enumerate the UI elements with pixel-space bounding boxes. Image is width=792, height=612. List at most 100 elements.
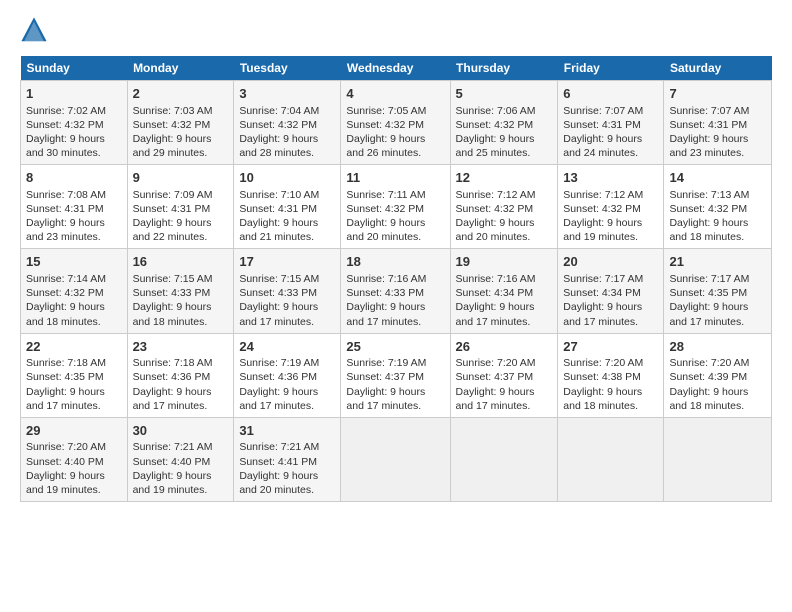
- calendar-header-cell: Thursday: [450, 56, 558, 81]
- day-info-line: and 22 minutes.: [133, 230, 229, 244]
- day-number: 22: [26, 338, 122, 356]
- calendar-day-cell: 5Sunrise: 7:06 AMSunset: 4:32 PMDaylight…: [450, 81, 558, 165]
- calendar-week-row: 29Sunrise: 7:20 AMSunset: 4:40 PMDayligh…: [21, 417, 772, 501]
- day-number: 27: [563, 338, 658, 356]
- day-info-line: Sunrise: 7:18 AM: [133, 356, 229, 370]
- day-info-line: Sunrise: 7:07 AM: [563, 104, 658, 118]
- day-info-line: Daylight: 9 hours: [133, 300, 229, 314]
- day-info-line: Sunrise: 7:20 AM: [669, 356, 766, 370]
- day-info-line: Sunset: 4:33 PM: [133, 286, 229, 300]
- day-info-line: Daylight: 9 hours: [133, 469, 229, 483]
- day-info-line: Sunset: 4:37 PM: [456, 370, 553, 384]
- calendar-day-cell: [450, 417, 558, 501]
- calendar-day-cell: 12Sunrise: 7:12 AMSunset: 4:32 PMDayligh…: [450, 165, 558, 249]
- calendar-day-cell: 10Sunrise: 7:10 AMSunset: 4:31 PMDayligh…: [234, 165, 341, 249]
- calendar-day-cell: 21Sunrise: 7:17 AMSunset: 4:35 PMDayligh…: [664, 249, 772, 333]
- day-number: 14: [669, 169, 766, 187]
- calendar-week-row: 8Sunrise: 7:08 AMSunset: 4:31 PMDaylight…: [21, 165, 772, 249]
- calendar-day-cell: 23Sunrise: 7:18 AMSunset: 4:36 PMDayligh…: [127, 333, 234, 417]
- day-info-line: Sunrise: 7:07 AM: [669, 104, 766, 118]
- day-info-line: Daylight: 9 hours: [563, 132, 658, 146]
- day-info-line: Daylight: 9 hours: [26, 469, 122, 483]
- day-info-line: Sunrise: 7:18 AM: [26, 356, 122, 370]
- day-info-line: Sunset: 4:37 PM: [346, 370, 444, 384]
- day-info-line: Sunset: 4:31 PM: [133, 202, 229, 216]
- day-info-line: and 24 minutes.: [563, 146, 658, 160]
- day-info-line: Sunset: 4:31 PM: [239, 202, 335, 216]
- logo-icon: [20, 16, 48, 44]
- day-info-line: and 19 minutes.: [133, 483, 229, 497]
- day-info-line: and 17 minutes.: [239, 399, 335, 413]
- day-info-line: Sunrise: 7:12 AM: [456, 188, 553, 202]
- calendar-day-cell: 11Sunrise: 7:11 AMSunset: 4:32 PMDayligh…: [341, 165, 450, 249]
- day-info-line: Daylight: 9 hours: [346, 385, 444, 399]
- day-info-line: and 17 minutes.: [346, 315, 444, 329]
- day-info-line: Sunrise: 7:03 AM: [133, 104, 229, 118]
- day-info-line: and 20 minutes.: [346, 230, 444, 244]
- calendar-day-cell: 28Sunrise: 7:20 AMSunset: 4:39 PMDayligh…: [664, 333, 772, 417]
- day-number: 10: [239, 169, 335, 187]
- day-info-line: and 17 minutes.: [239, 315, 335, 329]
- calendar-table: SundayMondayTuesdayWednesdayThursdayFrid…: [20, 56, 772, 502]
- calendar-day-cell: [664, 417, 772, 501]
- day-info-line: Sunset: 4:32 PM: [563, 202, 658, 216]
- day-info-line: Sunrise: 7:17 AM: [563, 272, 658, 286]
- calendar-day-cell: [558, 417, 664, 501]
- calendar-day-cell: 16Sunrise: 7:15 AMSunset: 4:33 PMDayligh…: [127, 249, 234, 333]
- calendar-day-cell: 18Sunrise: 7:16 AMSunset: 4:33 PMDayligh…: [341, 249, 450, 333]
- calendar-day-cell: 22Sunrise: 7:18 AMSunset: 4:35 PMDayligh…: [21, 333, 128, 417]
- day-number: 20: [563, 253, 658, 271]
- day-info-line: Sunset: 4:33 PM: [346, 286, 444, 300]
- day-info-line: and 23 minutes.: [669, 146, 766, 160]
- calendar-day-cell: [341, 417, 450, 501]
- day-info-line: and 25 minutes.: [456, 146, 553, 160]
- day-number: 4: [346, 85, 444, 103]
- day-number: 18: [346, 253, 444, 271]
- day-number: 29: [26, 422, 122, 440]
- day-number: 13: [563, 169, 658, 187]
- day-info-line: and 17 minutes.: [456, 399, 553, 413]
- day-number: 17: [239, 253, 335, 271]
- calendar-day-cell: 30Sunrise: 7:21 AMSunset: 4:40 PMDayligh…: [127, 417, 234, 501]
- calendar-day-cell: 29Sunrise: 7:20 AMSunset: 4:40 PMDayligh…: [21, 417, 128, 501]
- calendar-day-cell: 19Sunrise: 7:16 AMSunset: 4:34 PMDayligh…: [450, 249, 558, 333]
- day-info-line: Sunset: 4:32 PM: [346, 118, 444, 132]
- calendar-header-cell: Saturday: [664, 56, 772, 81]
- day-info-line: Sunrise: 7:20 AM: [456, 356, 553, 370]
- day-info-line: Sunrise: 7:02 AM: [26, 104, 122, 118]
- day-info-line: Daylight: 9 hours: [669, 385, 766, 399]
- day-info-line: Sunrise: 7:12 AM: [563, 188, 658, 202]
- day-info-line: Sunrise: 7:16 AM: [456, 272, 553, 286]
- day-info-line: and 21 minutes.: [239, 230, 335, 244]
- day-info-line: Sunset: 4:35 PM: [669, 286, 766, 300]
- day-number: 23: [133, 338, 229, 356]
- day-info-line: Daylight: 9 hours: [456, 216, 553, 230]
- day-number: 25: [346, 338, 444, 356]
- day-info-line: Sunset: 4:36 PM: [133, 370, 229, 384]
- day-info-line: Sunrise: 7:11 AM: [346, 188, 444, 202]
- day-info-line: Daylight: 9 hours: [26, 216, 122, 230]
- calendar-day-cell: 3Sunrise: 7:04 AMSunset: 4:32 PMDaylight…: [234, 81, 341, 165]
- day-info-line: Daylight: 9 hours: [346, 216, 444, 230]
- day-info-line: Sunset: 4:38 PM: [563, 370, 658, 384]
- day-number: 19: [456, 253, 553, 271]
- calendar-header-row: SundayMondayTuesdayWednesdayThursdayFrid…: [21, 56, 772, 81]
- day-info-line: Sunset: 4:32 PM: [26, 286, 122, 300]
- day-info-line: and 17 minutes.: [26, 399, 122, 413]
- logo: [20, 16, 52, 44]
- day-info-line: Sunrise: 7:15 AM: [239, 272, 335, 286]
- day-info-line: and 20 minutes.: [456, 230, 553, 244]
- day-info-line: Sunrise: 7:13 AM: [669, 188, 766, 202]
- calendar-day-cell: 20Sunrise: 7:17 AMSunset: 4:34 PMDayligh…: [558, 249, 664, 333]
- day-info-line: Sunrise: 7:21 AM: [239, 440, 335, 454]
- day-info-line: and 17 minutes.: [346, 399, 444, 413]
- calendar-week-row: 22Sunrise: 7:18 AMSunset: 4:35 PMDayligh…: [21, 333, 772, 417]
- calendar-day-cell: 25Sunrise: 7:19 AMSunset: 4:37 PMDayligh…: [341, 333, 450, 417]
- day-info-line: and 18 minutes.: [669, 230, 766, 244]
- day-info-line: Sunset: 4:35 PM: [26, 370, 122, 384]
- day-number: 11: [346, 169, 444, 187]
- day-number: 24: [239, 338, 335, 356]
- day-info-line: and 17 minutes.: [456, 315, 553, 329]
- calendar-day-cell: 8Sunrise: 7:08 AMSunset: 4:31 PMDaylight…: [21, 165, 128, 249]
- calendar-header-cell: Sunday: [21, 56, 128, 81]
